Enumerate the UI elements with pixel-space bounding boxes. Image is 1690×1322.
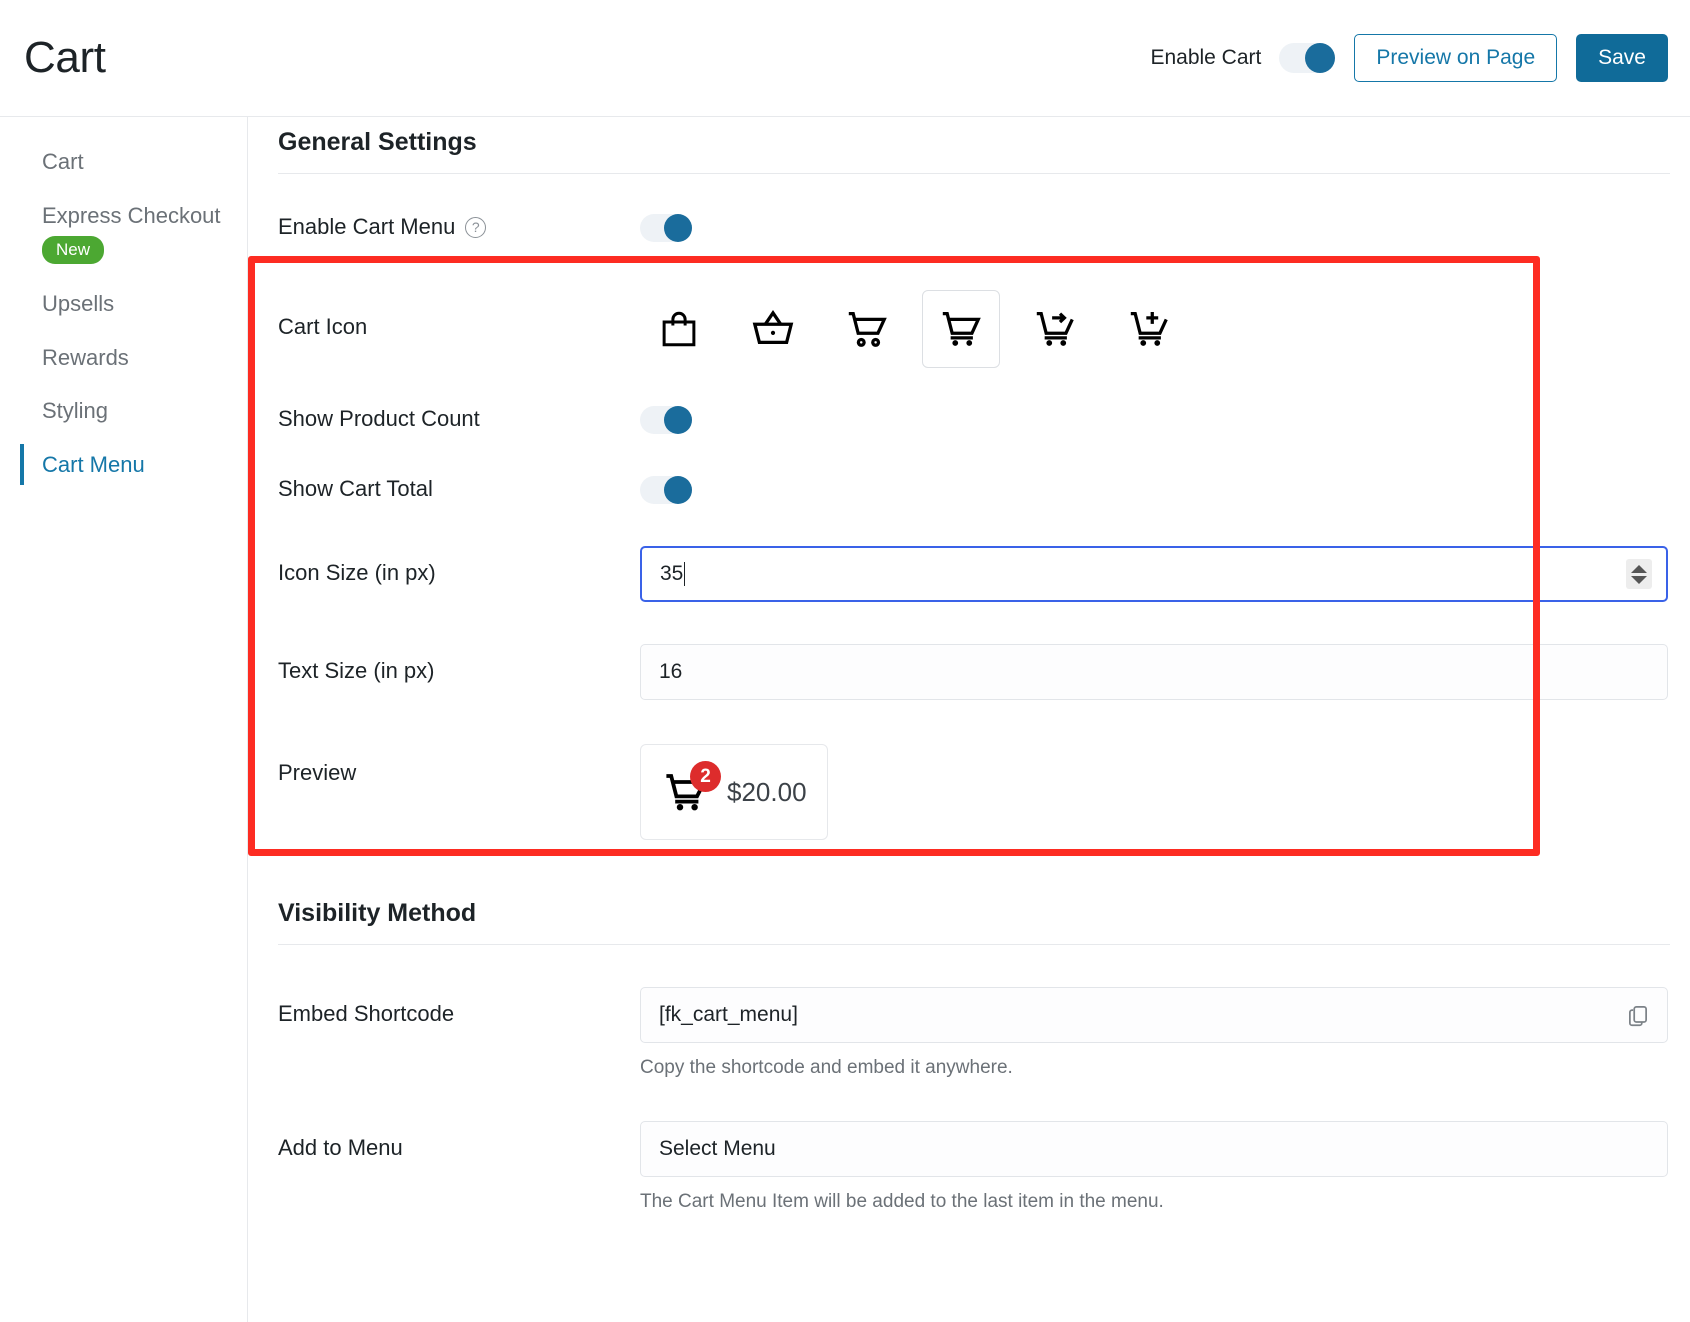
row-icon-size: Icon Size (in px) 35 bbox=[278, 546, 1690, 602]
row-text-size: Text Size (in px) 16 bbox=[278, 644, 1690, 700]
sidebar-item-label: Upsells bbox=[42, 291, 114, 316]
embed-shortcode-input[interactable]: [fk_cart_menu] bbox=[640, 987, 1668, 1043]
embed-shortcode-control: [fk_cart_menu] Copy the shortcode and em… bbox=[640, 987, 1690, 1079]
section-divider bbox=[278, 944, 1670, 945]
copy-icon[interactable] bbox=[1619, 996, 1657, 1034]
embed-shortcode-helper: Copy the shortcode and embed it anywhere… bbox=[640, 1057, 1668, 1079]
add-to-menu-value: Select Menu bbox=[659, 1137, 776, 1161]
cart-icon-label: Cart Icon bbox=[278, 290, 640, 340]
show-product-count-control bbox=[640, 406, 1690, 434]
toggle-knob bbox=[1305, 43, 1335, 73]
toggle-knob bbox=[664, 214, 692, 242]
icon-size-label: Icon Size (in px) bbox=[278, 546, 640, 586]
text-caret bbox=[684, 562, 685, 586]
add-to-menu-control: Select Menu The Cart Menu Item will be a… bbox=[640, 1121, 1690, 1213]
sidebar-item-label: Rewards bbox=[42, 345, 129, 370]
icon-size-stepper[interactable] bbox=[1626, 559, 1652, 589]
sidebar-item-express-checkout[interactable]: Express Checkout New bbox=[0, 189, 247, 278]
show-cart-total-control bbox=[640, 476, 1690, 504]
save-button[interactable]: Save bbox=[1576, 34, 1668, 82]
row-enable-cart-menu: Enable Cart Menu ? bbox=[278, 214, 1690, 242]
new-badge: New bbox=[42, 236, 104, 264]
enable-cart-menu-toggle[interactable] bbox=[640, 214, 692, 242]
shopping-cart-outline-icon[interactable] bbox=[828, 290, 906, 368]
text-size-value: 16 bbox=[659, 660, 682, 684]
settings-content: General Settings Enable Cart Menu ? Cart… bbox=[248, 117, 1690, 1322]
show-cart-total-label: Show Cart Total bbox=[278, 476, 640, 502]
page-title: Cart bbox=[24, 36, 106, 80]
icon-size-value: 35 bbox=[660, 562, 683, 586]
row-show-cart-total: Show Cart Total bbox=[278, 476, 1690, 504]
header-actions: Enable Cart Preview on Page Save bbox=[1150, 34, 1668, 82]
icon-size-control: 35 bbox=[640, 546, 1690, 602]
shopping-cart-icon[interactable] bbox=[922, 290, 1000, 368]
settings-sidebar: Cart Express Checkout New Upsells Reward… bbox=[0, 117, 248, 1322]
sidebar-item-rewards[interactable]: Rewards bbox=[0, 331, 247, 385]
enable-cart-toggle[interactable] bbox=[1279, 43, 1335, 73]
show-product-count-label: Show Product Count bbox=[278, 406, 640, 432]
cart-total-text: $20.00 bbox=[727, 777, 807, 808]
cart-arrow-right-icon[interactable] bbox=[1016, 290, 1094, 368]
icon-size-input[interactable]: 35 bbox=[640, 546, 1668, 602]
sidebar-item-cart[interactable]: Cart bbox=[0, 135, 247, 189]
preview-icon-wrap: 2 bbox=[661, 768, 715, 816]
question-mark-circle-icon[interactable]: ? bbox=[465, 217, 486, 238]
chevron-up-icon[interactable] bbox=[1631, 565, 1647, 573]
embed-shortcode-value: [fk_cart_menu] bbox=[659, 1003, 798, 1027]
cart-count-badge: 2 bbox=[690, 761, 721, 792]
preview-label: Preview bbox=[278, 744, 640, 786]
text-size-control: 16 bbox=[640, 644, 1690, 700]
preview-on-page-button[interactable]: Preview on Page bbox=[1354, 34, 1557, 82]
shopping-basket-icon[interactable] bbox=[734, 290, 812, 368]
page-header: Cart Enable Cart Preview on Page Save bbox=[0, 0, 1690, 117]
section-divider bbox=[278, 173, 1670, 174]
text-size-input[interactable]: 16 bbox=[640, 644, 1668, 700]
toggle-knob bbox=[664, 406, 692, 434]
add-to-menu-select[interactable]: Select Menu bbox=[640, 1121, 1668, 1177]
sidebar-item-label: Cart Menu bbox=[42, 452, 145, 477]
chevron-down-icon[interactable] bbox=[1631, 576, 1647, 584]
sidebar-item-label: Styling bbox=[42, 398, 108, 423]
sidebar-item-styling[interactable]: Styling bbox=[0, 384, 247, 438]
sidebar-item-label: Cart bbox=[42, 149, 84, 174]
sidebar-item-label: Express Checkout bbox=[42, 203, 221, 228]
shopping-bag-icon[interactable] bbox=[640, 290, 718, 368]
sidebar-item-upsells[interactable]: Upsells bbox=[0, 277, 247, 331]
general-settings-heading: General Settings bbox=[278, 117, 1690, 173]
cart-menu-preview: 2 $20.00 bbox=[640, 744, 828, 840]
bottom-spacer bbox=[278, 1213, 1690, 1237]
cart-icon-options bbox=[640, 290, 1668, 368]
row-add-to-menu: Add to Menu Select Menu The Cart Menu It… bbox=[278, 1121, 1690, 1213]
cart-plus-icon[interactable] bbox=[1110, 290, 1188, 368]
row-preview: Preview 2 $20.00 bbox=[278, 744, 1690, 840]
row-cart-icon: Cart Icon bbox=[278, 290, 1690, 368]
enable-cart-menu-control bbox=[640, 214, 1690, 242]
text-size-label: Text Size (in px) bbox=[278, 644, 640, 684]
enable-cart-group: Enable Cart bbox=[1150, 43, 1335, 73]
toggle-knob bbox=[664, 476, 692, 504]
add-to-menu-label: Add to Menu bbox=[278, 1121, 640, 1161]
show-cart-total-toggle[interactable] bbox=[640, 476, 692, 504]
preview-control: 2 $20.00 bbox=[640, 744, 1690, 840]
add-to-menu-helper: The Cart Menu Item will be added to the … bbox=[640, 1191, 1668, 1213]
show-product-count-toggle[interactable] bbox=[640, 406, 692, 434]
cart-settings-page: Cart Enable Cart Preview on Page Save Ca… bbox=[0, 0, 1690, 1322]
visibility-method-heading: Visibility Method bbox=[278, 888, 1690, 944]
enable-cart-menu-label: Enable Cart Menu bbox=[278, 214, 455, 240]
enable-cart-label: Enable Cart bbox=[1150, 46, 1261, 70]
sidebar-item-cart-menu[interactable]: Cart Menu bbox=[0, 438, 247, 492]
row-embed-shortcode: Embed Shortcode [fk_cart_menu] Copy the … bbox=[278, 987, 1690, 1079]
enable-cart-menu-label-wrap: Enable Cart Menu ? bbox=[278, 214, 640, 240]
embed-shortcode-label: Embed Shortcode bbox=[278, 987, 640, 1027]
cart-icon-control bbox=[640, 290, 1690, 368]
row-show-product-count: Show Product Count bbox=[278, 406, 1690, 434]
page-body: Cart Express Checkout New Upsells Reward… bbox=[0, 117, 1690, 1322]
